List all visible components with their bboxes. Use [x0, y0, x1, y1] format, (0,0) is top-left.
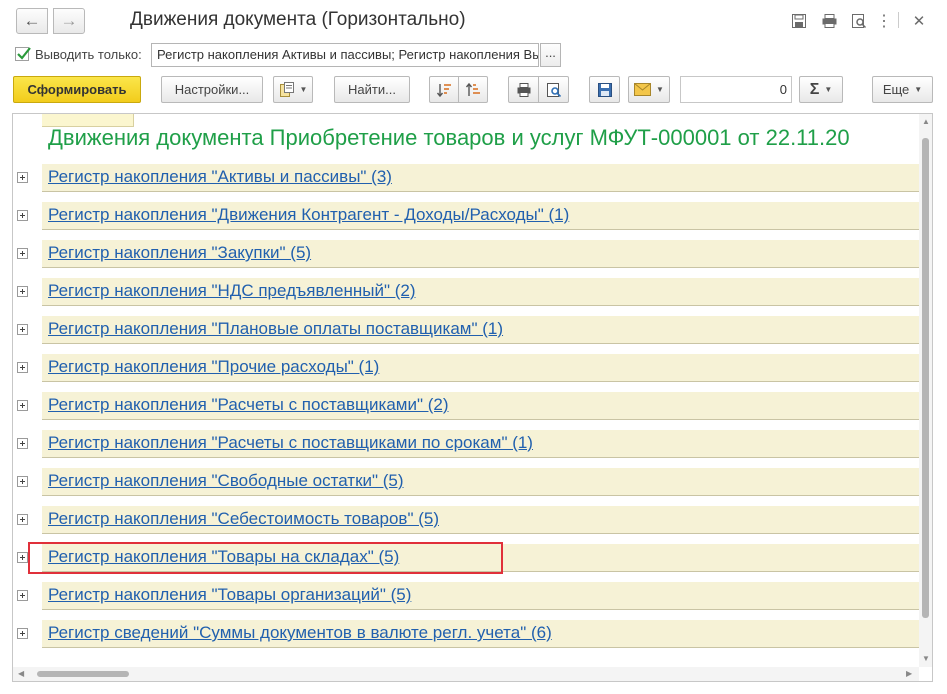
register-link[interactable]: Регистр накопления "Расчеты с поставщика…	[48, 433, 533, 453]
report-title: Движения документа Приобретение товаров …	[48, 125, 850, 150]
sort-ascending-icon	[436, 83, 451, 97]
vertical-scrollbar[interactable]: ▲ ▼	[919, 114, 932, 667]
more-actions-label: Еще	[882, 82, 910, 97]
register-link[interactable]: Регистр накопления "Активы и пассивы" (3…	[48, 167, 392, 187]
register-row: Регистр накопления "Движения Контрагент …	[42, 202, 919, 230]
sort-descending-icon	[465, 82, 480, 96]
report-area: Движения документа Приобретение товаров …	[12, 113, 933, 682]
scroll-up-icon[interactable]: ▲	[922, 117, 930, 126]
vertical-scroll-thumb[interactable]	[922, 138, 929, 618]
settings-button[interactable]: Настройки...	[161, 76, 263, 103]
print-button[interactable]	[508, 76, 539, 103]
chevron-down-icon: ▼	[656, 85, 664, 94]
register-link[interactable]: Регистр накопления "Прочие расходы" (1)	[48, 357, 379, 377]
register-row: Регистр накопления "Активы и пассивы" (3…	[42, 164, 919, 192]
checkmark-icon	[17, 47, 31, 60]
window-title: Движения документа (Горизонтально)	[130, 9, 466, 30]
back-button[interactable]: ←	[16, 8, 48, 34]
expand-icon[interactable]	[17, 172, 28, 183]
register-link[interactable]: Регистр накопления "Товары организаций" …	[48, 585, 411, 605]
save-icon[interactable]	[789, 11, 809, 31]
expand-icon[interactable]	[17, 590, 28, 601]
scroll-left-icon[interactable]: ◀	[18, 669, 24, 678]
sum-button[interactable]: Σ ▼	[799, 76, 843, 103]
sort-ascending-button[interactable]	[429, 76, 459, 103]
expand-icon[interactable]	[17, 248, 28, 259]
filter-select-button[interactable]: ...	[540, 43, 561, 67]
preview-icon[interactable]	[849, 11, 869, 31]
expand-icon[interactable]	[17, 514, 28, 525]
register-link[interactable]: Регистр накопления "Себестоимость товаро…	[48, 509, 439, 529]
register-filter-field[interactable]: Регистр накопления Активы и пассивы; Рег…	[151, 43, 539, 67]
register-link[interactable]: Регистр накопления "Движения Контрагент …	[48, 205, 569, 225]
save-icon	[597, 82, 612, 97]
print-icon[interactable]	[819, 11, 839, 31]
register-link[interactable]: Регистр накопления "Закупки" (5)	[48, 243, 311, 263]
output-only-checkbox[interactable]	[15, 47, 31, 61]
register-row: Регистр накопления "Себестоимость товаро…	[42, 506, 919, 534]
register-link[interactable]: Регистр накопления "Расчеты с поставщика…	[48, 395, 449, 415]
horizontal-scroll-thumb[interactable]	[37, 671, 129, 677]
chevron-down-icon: ▼	[299, 85, 308, 94]
register-row: Регистр накопления "Свободные остатки" (…	[42, 468, 919, 496]
expand-icon[interactable]	[17, 400, 28, 411]
sort-descending-button[interactable]	[458, 76, 488, 103]
send-email-button[interactable]: ▼	[628, 76, 670, 103]
highlight-frame	[28, 542, 503, 574]
register-row: Регистр накопления "Плановые оплаты пост…	[42, 316, 919, 344]
arrow-left-icon: ←	[23, 11, 41, 30]
expand-icon[interactable]	[17, 438, 28, 449]
register-row: Регистр сведений "Суммы документов в вал…	[42, 620, 919, 648]
output-only-label: Выводить только:	[35, 47, 142, 62]
title-bar: ← → Движения документа (Горизонтально) ⋮…	[0, 0, 947, 42]
title-separator	[898, 12, 899, 28]
preview-icon	[546, 82, 561, 97]
sum-value-field[interactable]: 0	[680, 76, 792, 103]
more-vertical-icon[interactable]: ⋮	[874, 11, 894, 31]
toolbar: Сформировать Настройки... ▼ Найти... ▼ 0…	[0, 76, 947, 104]
register-row: Регистр накопления "Расчеты с поставщика…	[42, 430, 919, 458]
envelope-icon	[634, 83, 652, 96]
generate-button[interactable]: Сформировать	[13, 76, 141, 103]
expand-icon[interactable]	[17, 628, 28, 639]
variants-button[interactable]: ▼	[273, 76, 313, 103]
register-row: Регистр накопления "Товары организаций" …	[42, 582, 919, 610]
expand-icon[interactable]	[17, 286, 28, 297]
expand-icon[interactable]	[17, 210, 28, 221]
print-preview-button[interactable]	[538, 76, 569, 103]
filter-row: Выводить только: Регистр накопления Акти…	[0, 42, 947, 70]
register-link[interactable]: Регистр накопления "НДС предъявленный" (…	[48, 281, 416, 301]
close-icon[interactable]: ✕	[909, 11, 929, 31]
register-row: Регистр накопления "НДС предъявленный" (…	[42, 278, 919, 306]
register-row: Регистр накопления "Расчеты с поставщика…	[42, 392, 919, 420]
register-row: Регистр накопления "Закупки" (5)	[42, 240, 919, 268]
expand-icon[interactable]	[17, 476, 28, 487]
register-row: Регистр накопления "Прочие расходы" (1)	[42, 354, 919, 382]
print-icon	[517, 82, 530, 97]
expand-icon[interactable]	[17, 552, 28, 563]
forward-button[interactable]: →	[53, 8, 85, 34]
chevron-down-icon: ▼	[914, 85, 923, 94]
register-link[interactable]: Регистр накопления "Свободные остатки" (…	[48, 471, 404, 491]
scroll-down-icon[interactable]: ▼	[922, 654, 930, 663]
expand-icon[interactable]	[17, 362, 28, 373]
report-variant-icon	[279, 81, 294, 97]
register-link[interactable]: Регистр сведений "Суммы документов в вал…	[48, 623, 552, 643]
scroll-right-icon[interactable]: ▶	[906, 669, 912, 678]
find-button[interactable]: Найти...	[334, 76, 410, 103]
horizontal-scrollbar[interactable]: ◀ ▶	[13, 667, 919, 681]
sigma-icon: Σ	[809, 80, 820, 98]
save-button[interactable]	[589, 76, 620, 103]
chevron-down-icon: ▼	[824, 85, 833, 94]
expand-icon[interactable]	[17, 324, 28, 335]
arrow-right-icon: →	[60, 11, 78, 30]
more-actions-button[interactable]: Еще ▼	[872, 76, 933, 103]
register-link[interactable]: Регистр накопления "Плановые оплаты пост…	[48, 319, 503, 339]
